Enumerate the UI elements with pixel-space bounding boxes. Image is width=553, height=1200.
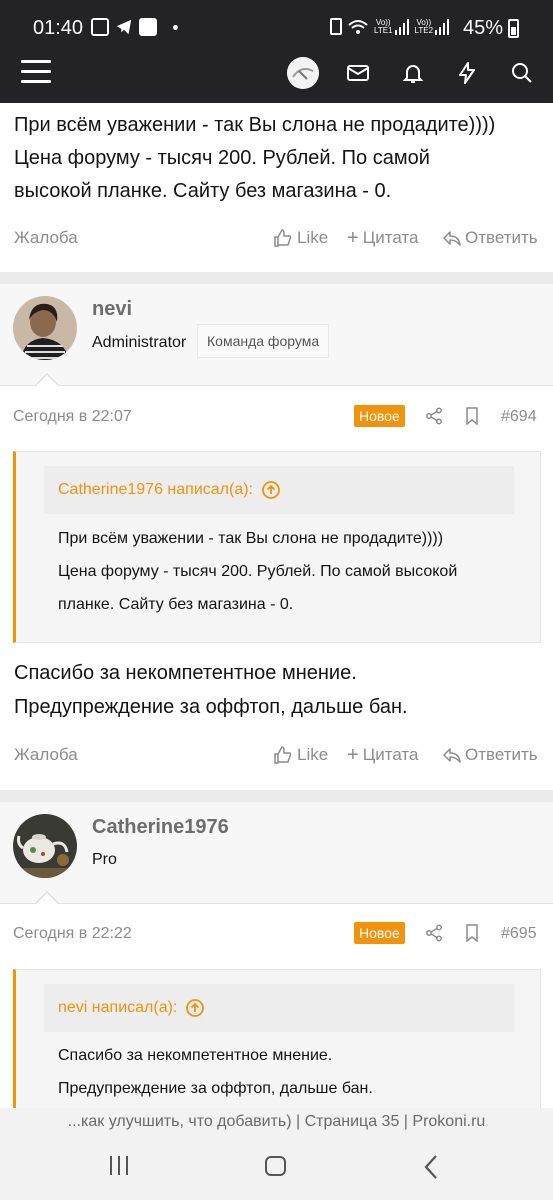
app-header	[0, 56, 553, 103]
search-icon[interactable]	[510, 61, 534, 85]
signal-bars-1	[394, 18, 409, 35]
home-icon[interactable]	[265, 1156, 286, 1176]
post-body: При всём уважении - так Вы слона не прод…	[14, 110, 544, 206]
back-icon[interactable]	[422, 1154, 440, 1180]
quote-header[interactable]: nevi написал(а):	[44, 984, 514, 1032]
arrow-up-circle-icon[interactable]	[185, 998, 205, 1018]
like-label: Like	[297, 228, 329, 247]
quote-button[interactable]: + Цитата	[347, 745, 419, 765]
battery-percent: 45%	[463, 17, 504, 39]
quote-line: планке. Сайту без магазина - 0.	[58, 596, 294, 613]
post-date[interactable]: Сегодня в 22:07	[13, 408, 132, 426]
post-actions: Жалоба Like + Цитата Ответить	[0, 741, 553, 771]
telegram-icon	[116, 19, 132, 35]
quote-line: Спасибо за некомпетентное мнение.	[58, 1047, 333, 1064]
new-badge: Новое	[354, 922, 405, 944]
post-meta: Сегодня в 22:07 Новое #694	[0, 402, 553, 432]
signal-1: Vo)) LTE1	[374, 18, 409, 35]
thumbs-up-icon	[274, 746, 292, 764]
new-badge: Новое	[354, 405, 405, 427]
post-line: Спасибо за некомпетентное мнение.	[14, 662, 357, 684]
post-line: Цена форуму - тысяч 200. Рублей. По само…	[14, 147, 430, 169]
post-divider	[0, 272, 553, 284]
quote-line: При всём уважении - так Вы слона не прод…	[58, 530, 444, 547]
bookmark-icon[interactable]	[464, 924, 480, 942]
arrow-up-circle-icon[interactable]	[261, 480, 281, 500]
nfc-icon	[330, 18, 342, 35]
reply-icon	[443, 748, 461, 763]
more-notifications-dot	[173, 24, 178, 30]
post-body: Спасибо за некомпетентное мнение. Предуп…	[14, 656, 544, 724]
share-icon[interactable]	[425, 407, 443, 425]
quote-button[interactable]: + Цитата	[347, 228, 419, 248]
notification-icons	[91, 18, 178, 36]
like-button[interactable]: Like	[273, 745, 328, 765]
quote-header[interactable]: Catherine1976 написал(а):	[44, 466, 514, 514]
plus-icon: +	[347, 227, 359, 249]
like-button[interactable]: Like	[273, 228, 328, 248]
bookmark-icon[interactable]	[464, 407, 480, 425]
post-line: При всём уважении - так Вы слона не прод…	[14, 114, 496, 136]
notch	[35, 375, 59, 387]
username[interactable]: Catherine1976	[92, 816, 229, 839]
report-link[interactable]: Жалоба	[14, 228, 78, 248]
user-role: Pro	[92, 851, 117, 868]
quote-author[interactable]: nevi написал(а):	[58, 999, 177, 1017]
bell-icon[interactable]	[401, 61, 425, 85]
post-number[interactable]: #694	[501, 408, 537, 426]
like-label: Like	[297, 745, 329, 764]
post-line: Предупреждение за оффтоп, дальше бан.	[14, 696, 408, 718]
quote-text: При всём уважении - так Вы слона не прод…	[58, 522, 457, 621]
avatar[interactable]	[287, 57, 319, 89]
notch	[35, 893, 59, 905]
plus-icon: +	[347, 744, 359, 766]
user-badge: Команда форума	[197, 324, 330, 358]
post-actions: Жалоба Like + Цитата Ответить	[0, 224, 553, 254]
user-bar: nevi Administrator Команда форума	[0, 284, 553, 387]
user-role: Administrator	[92, 334, 187, 351]
post-line: высокой планке. Сайту без магазина - 0.	[14, 180, 392, 202]
signal-2: Vo)) LTE2	[414, 18, 450, 35]
report-link[interactable]: Жалоба	[14, 745, 78, 765]
reply-icon	[443, 231, 461, 246]
share-icon[interactable]	[425, 924, 443, 942]
lte2-label: LTE2	[414, 25, 434, 35]
wifi-icon	[348, 19, 368, 34]
bolt-icon[interactable]	[455, 61, 479, 85]
reply-label: Ответить	[465, 745, 538, 764]
user-bar: Catherine1976 Pro	[0, 802, 553, 905]
quote-label: Цитата	[362, 228, 419, 247]
system-icons: Vo)) LTE1 Vo)) LTE2	[330, 18, 450, 35]
quote-line: Цена форуму - тысяч 200. Рублей. По само…	[58, 563, 458, 580]
gallery-icon	[91, 18, 109, 36]
avatar[interactable]	[13, 814, 77, 878]
system-navbar	[0, 1138, 553, 1200]
post-divider	[0, 790, 553, 802]
lte1-label: LTE1	[374, 25, 393, 35]
reply-button[interactable]: Ответить	[443, 228, 538, 248]
reply-label: Ответить	[465, 228, 538, 247]
thumbs-up-icon	[274, 229, 292, 247]
post-meta: Сегодня в 22:22 Новое #695	[0, 919, 553, 949]
app-icon	[139, 18, 157, 36]
signal-bars-2	[435, 18, 450, 35]
reply-button[interactable]: Ответить	[443, 745, 538, 765]
status-bar: 01:40 Vo)) LTE1 Vo)) LTE2 45%	[0, 0, 553, 56]
post-date[interactable]: Сегодня в 22:22	[13, 925, 132, 943]
page-title-bar: ...как улучшить, что добавить) | Страниц…	[0, 1108, 553, 1138]
menu-icon[interactable]	[21, 60, 51, 84]
post-number[interactable]: #695	[501, 925, 537, 943]
quote-line: Предупреждение за оффтоп, дальше бан.	[58, 1080, 373, 1097]
avatar[interactable]	[13, 296, 77, 360]
mail-icon[interactable]	[346, 61, 370, 85]
quote-label: Цитата	[362, 745, 419, 764]
quote-text: Спасибо за некомпетентное мнение. Предуп…	[58, 1039, 373, 1105]
top-bar: 01:40 Vo)) LTE1 Vo)) LTE2 45%	[0, 0, 553, 103]
quote-author[interactable]: Catherine1976 написал(а):	[58, 481, 253, 499]
clock: 01:40	[33, 17, 84, 39]
username[interactable]: nevi	[92, 298, 132, 321]
battery-icon	[508, 19, 519, 38]
recents-icon[interactable]	[110, 1156, 128, 1175]
